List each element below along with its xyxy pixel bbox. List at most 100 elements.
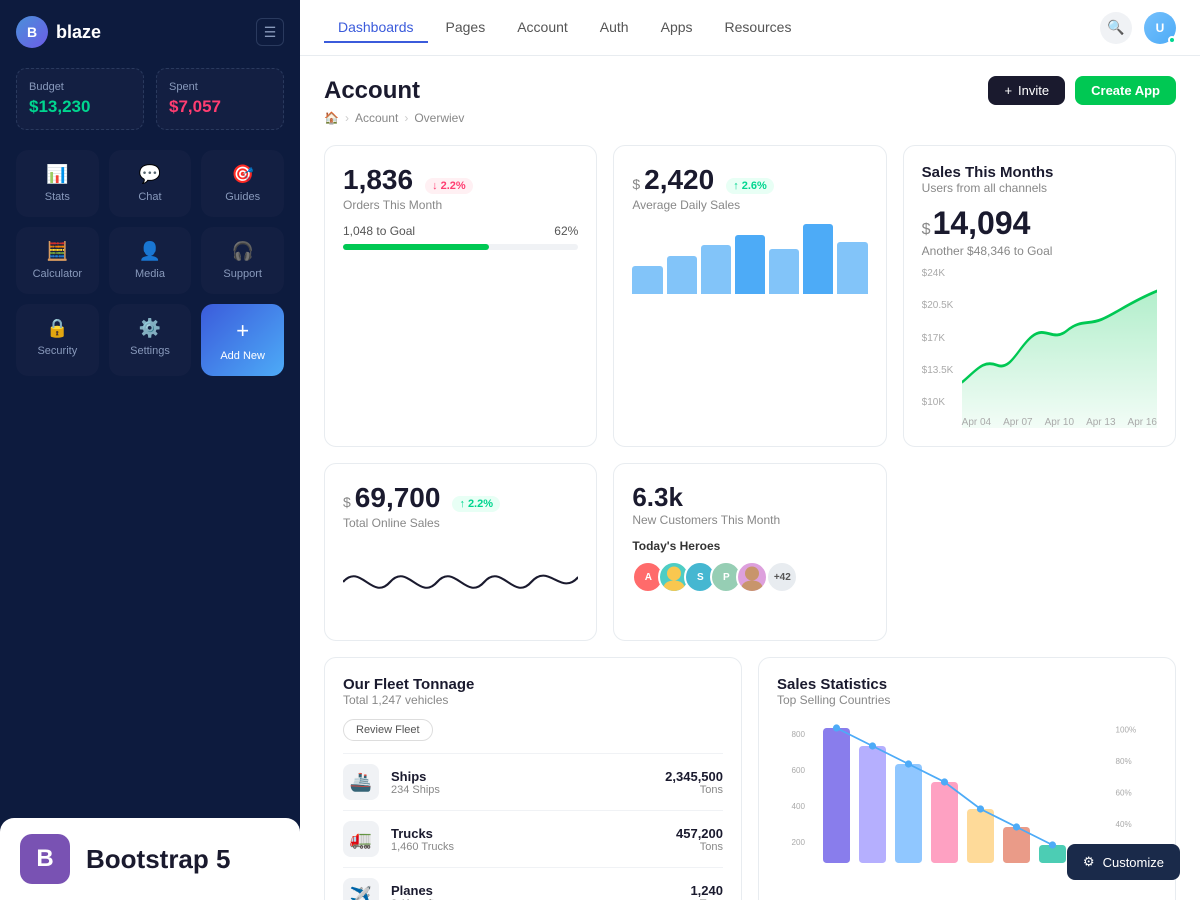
sales-stats-title: Sales Statistics (777, 676, 1157, 693)
svg-text:200: 200 (792, 838, 806, 847)
planes-val-num: 1,240 (690, 883, 723, 898)
create-app-button[interactable]: Create App (1075, 76, 1176, 105)
sidebar-item-guides[interactable]: 🎯 Guides (201, 150, 284, 217)
nav-grid: 📊 Stats 💬 Chat 🎯 Guides 🧮 Calculator 👤 M… (16, 150, 284, 376)
sales-dollar: $ (922, 221, 931, 239)
spent-value: $7,057 (169, 97, 271, 117)
user-avatar[interactable]: U (1144, 12, 1176, 44)
content-area: Account + Invite Create App 🏠 › Account … (300, 56, 1200, 900)
orders-number: 1,836 (343, 164, 413, 196)
ships-val-num: 2,345,500 (665, 769, 723, 784)
nav-pages[interactable]: Pages (432, 13, 500, 43)
planes-info: Planes 8 Aircrafts (391, 883, 690, 900)
budget-card: Budget $13,230 (16, 68, 144, 130)
os-badge: ↑ 2.2% (452, 496, 500, 512)
x-apr04: Apr 04 (962, 417, 991, 428)
menu-icon[interactable]: ☰ (256, 18, 284, 46)
customize-icon: ⚙ (1083, 854, 1095, 870)
chat-label: Chat (138, 191, 161, 203)
os-up-icon: ↑ (459, 498, 465, 510)
wavy-svg (343, 542, 578, 622)
sidebar-item-calculator[interactable]: 🧮 Calculator (16, 227, 99, 294)
bar-3 (701, 245, 731, 294)
trucks-unit: Tons (676, 841, 723, 853)
add-new-label: Add New (220, 350, 265, 362)
calculator-label: Calculator (33, 268, 83, 280)
planes-name: Planes (391, 883, 690, 898)
budget-value: $13,230 (29, 97, 131, 117)
x-apr07: Apr 07 (1003, 417, 1032, 428)
settings-icon: ⚙️ (139, 318, 161, 339)
stats-grid: 1,836 ↓ 2.2% Orders This Month 1,048 to … (324, 145, 1176, 447)
avatars-row: A S P +42 (632, 561, 867, 593)
media-label: Media (135, 268, 165, 280)
orders-progress: 1,048 to Goal 62% (343, 224, 578, 250)
media-icon: 👤 (139, 241, 161, 262)
sidebar-item-support[interactable]: 🎧 Support (201, 227, 284, 294)
daily-sales-card: $ 2,420 ↑ 2.6% Average Daily Sales (613, 145, 886, 447)
heroes-section: Today's Heroes A S P +42 (632, 539, 867, 593)
dollar-prefix: $ (632, 176, 640, 192)
invite-button[interactable]: + Invite (988, 76, 1065, 105)
logo-area: B blaze (16, 16, 101, 48)
calculator-icon: 🧮 (46, 241, 68, 262)
sidebar-item-chat[interactable]: 💬 Chat (109, 150, 192, 217)
down-arrow-icon: ↓ (432, 180, 438, 192)
sales-title: Sales This Months (922, 164, 1157, 181)
trucks-sub: 1,460 Trucks (391, 841, 676, 853)
sales-stats-subtitle: Top Selling Countries (777, 693, 1157, 707)
bar-2 (667, 256, 697, 295)
sales-goal: Another $48,346 to Goal (922, 244, 1157, 258)
top-nav-links: Dashboards Pages Account Auth Apps Resou… (324, 13, 805, 43)
sidebar-item-security[interactable]: 🔒 Security (16, 304, 99, 376)
nav-apps[interactable]: Apps (647, 13, 707, 43)
top-nav: Dashboards Pages Account Auth Apps Resou… (300, 0, 1200, 56)
nav-resources[interactable]: Resources (711, 13, 806, 43)
sidebar-item-stats[interactable]: 📊 Stats (16, 150, 99, 217)
search-button[interactable]: 🔍 (1100, 12, 1132, 44)
bottom-grid: Our Fleet Tonnage Total 1,247 vehicles R… (324, 657, 1176, 900)
security-label: Security (37, 345, 77, 357)
breadcrumb-home[interactable]: 🏠 (324, 111, 339, 125)
nav-account[interactable]: Account (503, 13, 582, 43)
daily-sales-label: Average Daily Sales (632, 198, 867, 212)
bootstrap-icon: B (20, 834, 70, 884)
x-axis-labels: Apr 04 Apr 07 Apr 10 Apr 13 Apr 16 (962, 417, 1157, 428)
x-apr13: Apr 13 (1086, 417, 1115, 428)
y-135k: $13.5K (922, 365, 954, 376)
svg-text:60%: 60% (1116, 789, 1132, 798)
up-arrow-icon: ↑ (733, 180, 739, 192)
review-fleet-button[interactable]: Review Fleet (343, 719, 433, 741)
page-title: Account (324, 77, 420, 105)
ships-value: 2,345,500 Tons (665, 769, 723, 796)
ships-sub: 234 Ships (391, 784, 665, 796)
bar-6 (803, 224, 833, 294)
svg-text:800: 800 (792, 730, 806, 739)
sales-subtitle: Users from all channels (922, 181, 1157, 195)
guides-icon: 🎯 (231, 164, 253, 185)
security-icon: 🔒 (46, 318, 68, 339)
stats-icon: 📊 (46, 164, 68, 185)
bootstrap-label: Bootstrap 5 (86, 844, 230, 875)
nav-auth[interactable]: Auth (586, 13, 643, 43)
y-24k: $24K (922, 268, 954, 279)
orders-badge: ↓ 2.2% (425, 178, 473, 194)
breadcrumb-account[interactable]: Account (355, 111, 398, 125)
sidebar-item-settings[interactable]: ⚙️ Settings (109, 304, 192, 376)
trucks-name: Trucks (391, 826, 676, 841)
spent-card: Spent $7,057 (156, 68, 284, 130)
sidebar-item-add-new[interactable]: + Add New (201, 304, 284, 376)
mini-bar-chart (632, 224, 867, 294)
fleet-planes: ✈️ Planes 8 Aircrafts 1,240 Tons (343, 867, 723, 900)
ships-unit: Tons (665, 784, 723, 796)
ships-icon: 🚢 (343, 764, 379, 800)
svg-text:400: 400 (792, 802, 806, 811)
customize-button[interactable]: ⚙ Customize (1067, 844, 1180, 880)
goal-label: 1,048 to Goal (343, 224, 415, 238)
os-dollar: $ (343, 494, 351, 510)
sidebar-item-media[interactable]: 👤 Media (109, 227, 192, 294)
planes-icon: ✈️ (343, 878, 379, 900)
top-nav-right: 🔍 U (1100, 12, 1176, 44)
breadcrumb-current: Overwiev (414, 111, 464, 125)
nav-dashboards[interactable]: Dashboards (324, 13, 428, 43)
